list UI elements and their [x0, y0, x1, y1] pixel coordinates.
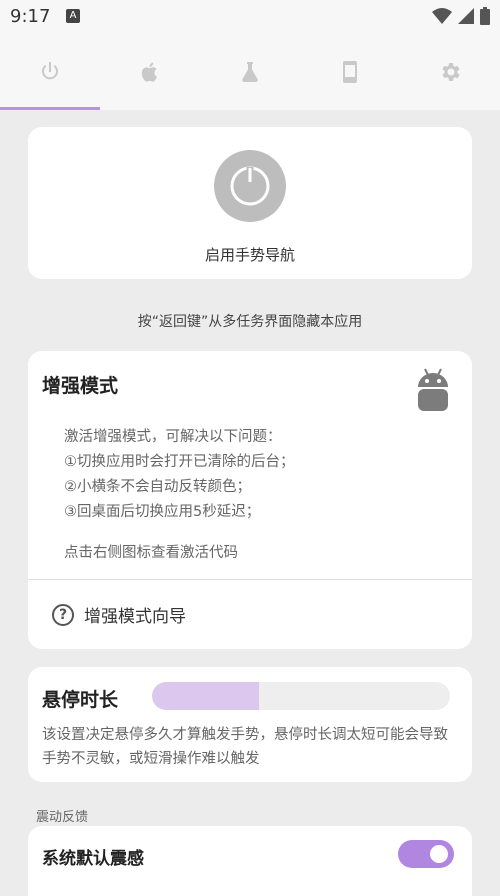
slider-fill [152, 682, 260, 710]
system-vibration-label: 系统默认震感 [42, 849, 144, 869]
signal-icon [458, 8, 474, 24]
enhanced-mode-card: 增强模式 激活增强模式，可解决以下问题： ①切换应用时会打开已清除的后台； ②小… [28, 351, 472, 649]
tab-device[interactable] [300, 34, 400, 110]
enable-gesture-button[interactable] [214, 150, 286, 222]
tab-apple[interactable] [100, 34, 200, 110]
power-icon [230, 166, 270, 206]
description-line: 激活增强模式，可解决以下问题： [64, 429, 282, 445]
description-line: ②小横条不会自动反转颜色； [64, 479, 251, 495]
apple-icon [141, 62, 157, 82]
guide-label: 增强模式向导 [84, 607, 186, 627]
hover-duration-description: 该设置决定悬停多久才算触发手势，悬停时长调太短可能会导致手势不灵敏，或短滑操作难… [42, 727, 448, 767]
hover-duration-card: 悬停时长 该设置决定悬停多久才算触发手势，悬停时长调太短可能会导致手势不灵敏，或… [28, 667, 472, 782]
tab-lab[interactable] [200, 34, 300, 110]
hover-duration-slider[interactable] [152, 682, 450, 710]
gesture-nav-label: 启用手势导航 [204, 246, 295, 264]
enhanced-mode-guide-button[interactable]: ? 增强模式向导 [52, 602, 186, 627]
power-icon [42, 62, 58, 80]
gesture-nav-card: 启用手势导航 [28, 127, 472, 279]
tab-bar [0, 34, 500, 110]
battery-icon [480, 7, 490, 25]
hover-duration-title: 悬停时长 [42, 689, 119, 711]
hide-app-hint: 按“返回键”从多任务界面隐藏本应用 [137, 314, 363, 330]
phone-icon [343, 61, 357, 83]
enhanced-mode-title: 增强模式 [42, 375, 119, 397]
vibration-section-label: 震动反馈 [36, 810, 89, 825]
description-line: ①切换应用时会打开已清除的后台； [64, 454, 295, 470]
status-time: 9:17 [10, 6, 51, 27]
help-icon: ? [52, 603, 74, 626]
gear-icon [442, 63, 460, 81]
status-bar: 9:17 A [0, 0, 500, 34]
description-line: ③回桌面后切换应用5秒延迟； [64, 504, 261, 520]
tab-power[interactable] [0, 34, 100, 110]
system-vibration-toggle[interactable] [398, 840, 454, 868]
tab-settings[interactable] [400, 34, 500, 110]
toggle-knob [430, 845, 448, 863]
system-icons [432, 7, 490, 25]
flask-icon [242, 62, 258, 82]
a-icon: A [66, 9, 80, 23]
tab-indicator [0, 107, 100, 110]
vibration-card: 系统默认震感 [28, 826, 472, 896]
divider [28, 579, 472, 580]
wifi-icon [432, 8, 452, 24]
activation-code-hint: 点击右侧图标查看激活代码 [64, 545, 238, 561]
android-icon[interactable] [416, 367, 450, 413]
enhanced-mode-description: 激活增强模式，可解决以下问题： ①切换应用时会打开已清除的后台； ②小横条不会自… [64, 425, 295, 525]
